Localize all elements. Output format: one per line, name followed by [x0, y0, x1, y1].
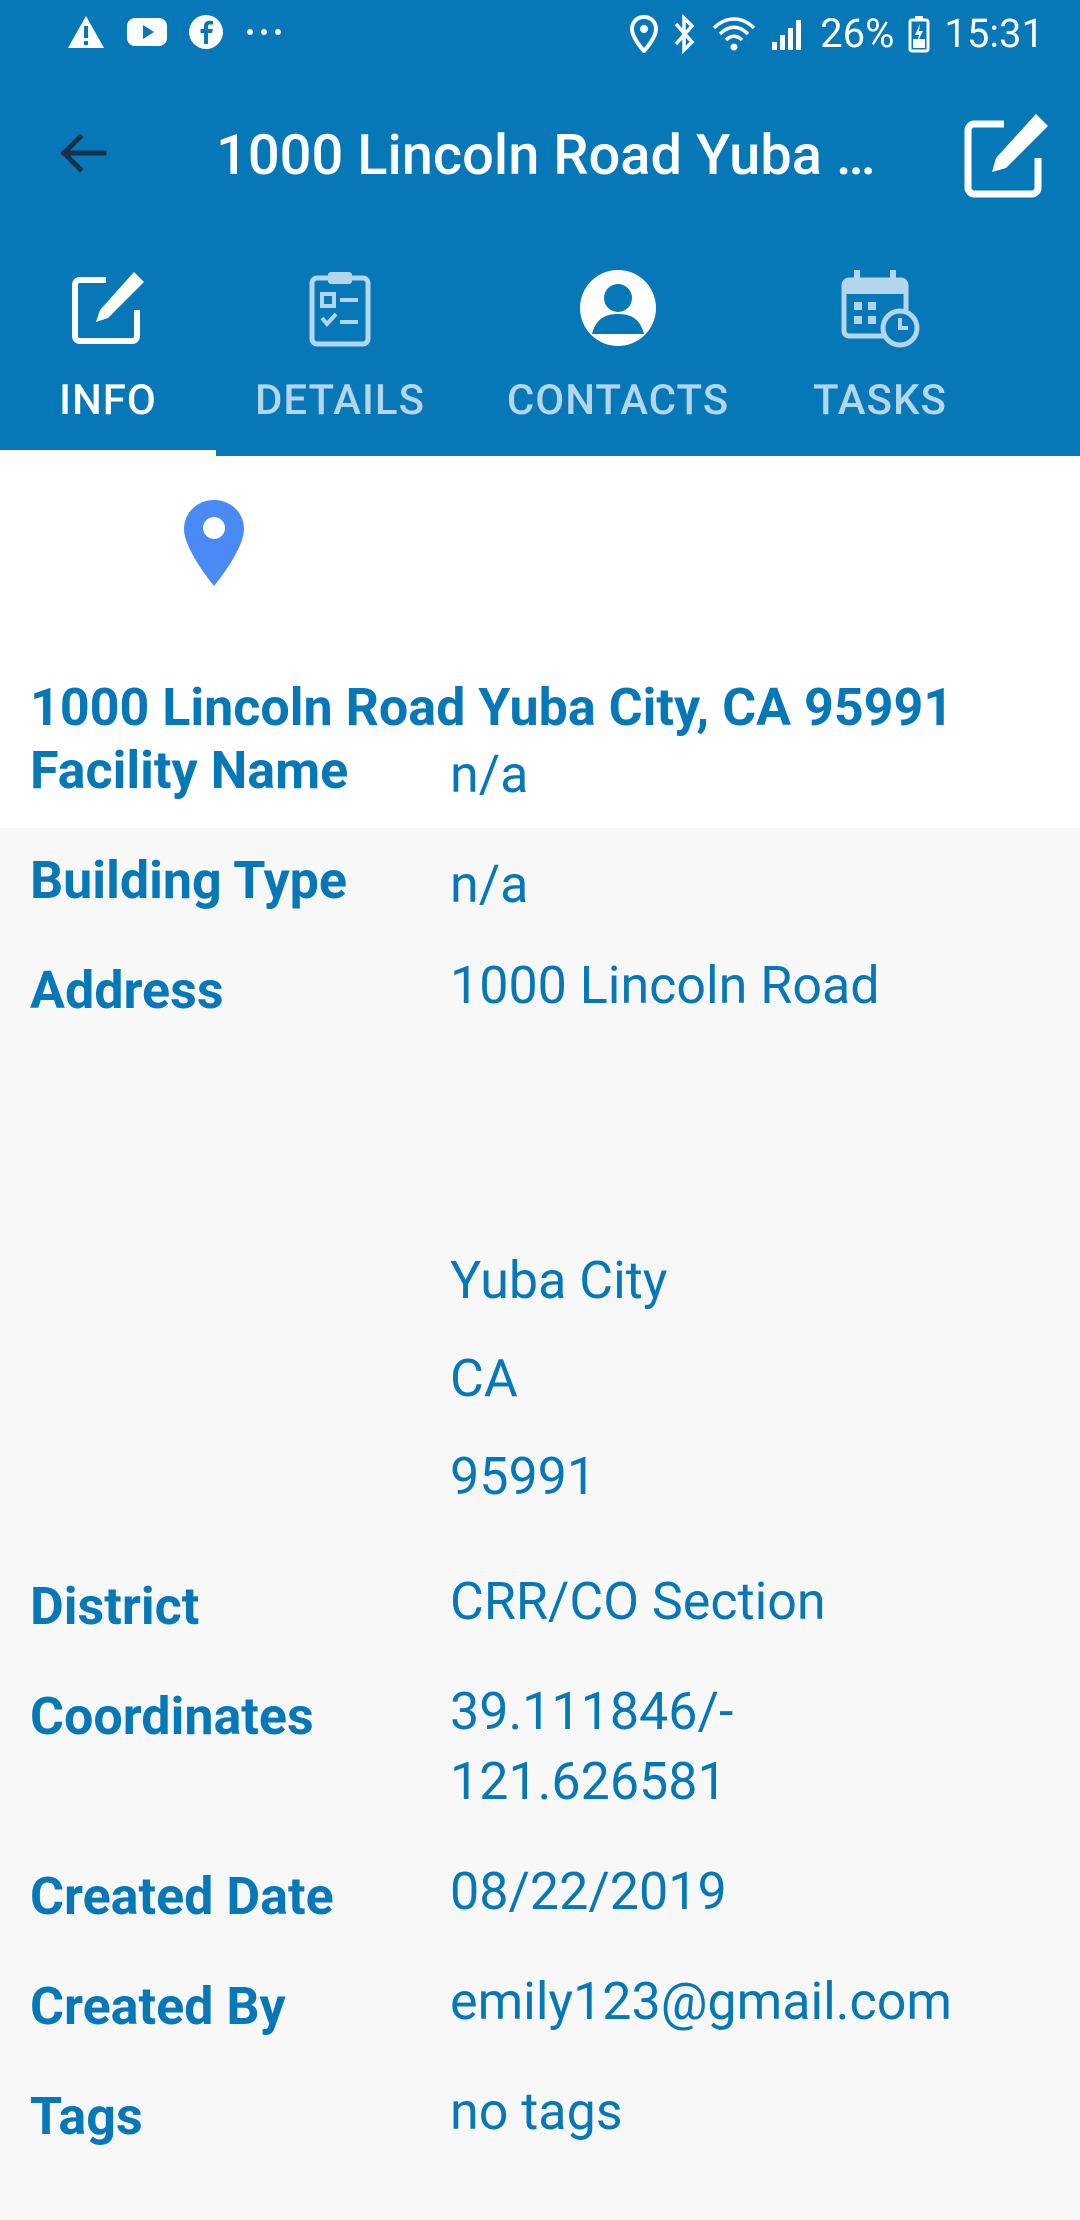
facility-name-value: n/a	[450, 744, 529, 805]
facility-name-label: Facility Name	[30, 740, 349, 801]
youtube-icon	[126, 17, 168, 47]
battery-icon	[908, 15, 930, 53]
tab-info-label: INFO	[59, 376, 157, 425]
signal-icon	[770, 16, 806, 52]
tags-label: Tags	[30, 2086, 143, 2147]
tab-contacts-label: CONTACTS	[506, 376, 730, 425]
bluetooth-icon	[672, 13, 698, 54]
created-by-value: emily123@gmail.com	[450, 1971, 952, 2032]
coordinates-line1: 39.111846/-	[450, 1681, 734, 1742]
tab-bar: INFO DETAILS CONTACTS TASKS	[0, 256, 1080, 456]
location-icon	[630, 14, 659, 53]
address-state: CA	[450, 1348, 518, 1409]
building-type-value: n/a	[450, 854, 529, 915]
tab-details[interactable]: DETAILS	[240, 256, 440, 456]
status-bar: 26% 15:31	[0, 0, 1080, 72]
clipboard-icon	[309, 272, 371, 347]
district-label: District	[30, 1576, 200, 1637]
more-notifications-icon	[244, 27, 284, 37]
district-value: CRR/CO Section	[450, 1571, 826, 1632]
building-type-label: Building Type	[30, 850, 348, 911]
tab-contacts[interactable]: CONTACTS	[490, 256, 746, 456]
tab-tasks[interactable]: TASKS	[800, 256, 960, 456]
person-icon	[580, 270, 656, 346]
arrow-back-icon	[60, 133, 107, 173]
facebook-icon	[188, 14, 224, 50]
address-line1: 1000 Lincoln Road	[450, 955, 880, 1016]
address-zip: 95991	[450, 1446, 597, 1507]
notification-icons	[66, 14, 284, 50]
clock: 15:31	[944, 10, 1044, 57]
back-button[interactable]	[48, 118, 118, 188]
toolbar: 1000 Lincoln Road Yuba City, CA 95991	[0, 72, 1080, 242]
page-title: 1000 Lincoln Road Yuba City, CA 95991	[216, 122, 896, 188]
edit-icon	[72, 272, 144, 344]
coordinates-line2: 121.626581	[450, 1751, 727, 1812]
edit-button[interactable]	[960, 110, 1052, 202]
address-heading: 1000 Lincoln Road Yuba City, CA 95991	[30, 677, 954, 738]
tags-value: no tags	[450, 2081, 623, 2142]
tab-tasks-label: TASKS	[813, 376, 947, 425]
battery-percent: 26%	[820, 10, 895, 57]
tab-details-label: DETAILS	[254, 376, 426, 425]
edit-icon	[964, 114, 1048, 198]
app-bar: 26% 15:31 1000 Lincoln Road Yuba City, C…	[0, 0, 1080, 456]
created-date-label: Created Date	[30, 1866, 334, 1927]
map-pin-icon[interactable]	[182, 498, 246, 588]
warning-icon	[66, 14, 106, 50]
address-label: Address	[30, 960, 224, 1021]
coordinates-label: Coordinates	[30, 1686, 314, 1747]
tab-info[interactable]: INFO	[0, 256, 216, 456]
calendar-clock-icon	[841, 270, 920, 348]
created-date-value: 08/22/2019	[450, 1861, 727, 1922]
address-city: Yuba City	[450, 1250, 668, 1311]
system-icons: 26% 15:31	[630, 10, 1044, 57]
created-by-label: Created By	[30, 1976, 286, 2037]
wifi-icon	[712, 16, 756, 52]
